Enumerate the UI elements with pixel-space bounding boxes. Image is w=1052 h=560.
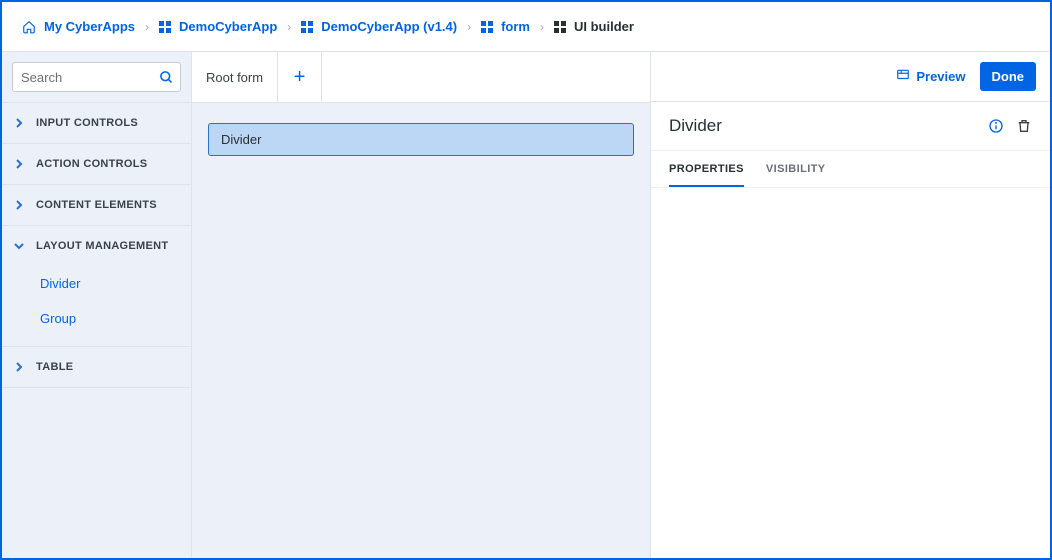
chevron-right-icon bbox=[14, 118, 26, 128]
preview-icon bbox=[896, 68, 910, 85]
category-label: ACTION CONTROLS bbox=[36, 158, 147, 170]
category-label: CONTENT ELEMENTS bbox=[36, 199, 157, 211]
chevron-right-icon: › bbox=[287, 20, 291, 34]
category-action-controls: ACTION CONTROLS bbox=[2, 144, 191, 185]
app-icon bbox=[554, 21, 566, 33]
category-table: TABLE bbox=[2, 347, 191, 388]
search-wrap bbox=[2, 52, 191, 103]
add-tab-button[interactable]: + bbox=[278, 52, 322, 102]
crumb-form[interactable]: form bbox=[481, 19, 530, 34]
category-label: TABLE bbox=[36, 361, 73, 373]
crumb-label: DemoCyberApp bbox=[179, 19, 277, 34]
chevron-down-icon bbox=[14, 241, 26, 251]
tab-visibility[interactable]: VISIBILITY bbox=[766, 151, 826, 187]
panel-tabs: PROPERTIES VISIBILITY bbox=[651, 151, 1050, 188]
preview-button[interactable]: Preview bbox=[896, 68, 965, 85]
category-content-elements: CONTENT ELEMENTS bbox=[2, 185, 191, 226]
tab-root-form[interactable]: Root form bbox=[192, 52, 278, 102]
sidebar: INPUT CONTROLS ACTION CONTROLS CONTENT E… bbox=[2, 52, 192, 558]
category-header[interactable]: LAYOUT MANAGEMENT bbox=[2, 226, 191, 266]
canvas-tabs: Root form + bbox=[192, 52, 650, 103]
category-header[interactable]: CONTENT ELEMENTS bbox=[2, 185, 191, 225]
info-icon[interactable] bbox=[988, 118, 1004, 134]
sidebar-item-divider[interactable]: Divider bbox=[40, 266, 191, 301]
panel-title-row: Divider bbox=[651, 102, 1050, 151]
main-area: INPUT CONTROLS ACTION CONTROLS CONTENT E… bbox=[2, 52, 1050, 558]
category-label: LAYOUT MANAGEMENT bbox=[36, 240, 168, 252]
crumb-label: DemoCyberApp (v1.4) bbox=[321, 19, 457, 34]
delete-icon[interactable] bbox=[1016, 118, 1032, 134]
category-header[interactable]: ACTION CONTROLS bbox=[2, 144, 191, 184]
plus-icon: + bbox=[294, 66, 306, 89]
breadcrumb: My CyberApps › DemoCyberApp › DemoCyberA… bbox=[2, 2, 1050, 52]
category-label: INPUT CONTROLS bbox=[36, 117, 138, 129]
chevron-right-icon: › bbox=[467, 20, 471, 34]
tab-properties[interactable]: PROPERTIES bbox=[669, 151, 744, 187]
home-icon bbox=[22, 20, 36, 34]
chevron-right-icon bbox=[14, 200, 26, 210]
chevron-right-icon: › bbox=[540, 20, 544, 34]
crumb-democyberapp[interactable]: DemoCyberApp bbox=[159, 19, 277, 34]
done-button[interactable]: Done bbox=[980, 62, 1037, 91]
canvas-element-divider[interactable]: Divider bbox=[208, 123, 634, 156]
category-header[interactable]: INPUT CONTROLS bbox=[2, 103, 191, 143]
category-header[interactable]: TABLE bbox=[2, 347, 191, 387]
crumb-ui-builder: UI builder bbox=[554, 19, 634, 34]
crumb-my-cyberapps[interactable]: My CyberApps bbox=[22, 19, 135, 34]
properties-panel: Preview Done Divider PROPERTIES VISIBILI… bbox=[650, 52, 1050, 558]
canvas: Root form + Divider bbox=[192, 52, 650, 558]
search-box[interactable] bbox=[12, 62, 181, 92]
category-input-controls: INPUT CONTROLS bbox=[2, 103, 191, 144]
chevron-right-icon bbox=[14, 362, 26, 372]
chevron-right-icon: › bbox=[145, 20, 149, 34]
chevron-right-icon bbox=[14, 159, 26, 169]
search-input[interactable] bbox=[13, 66, 180, 89]
crumb-label: UI builder bbox=[574, 19, 634, 34]
crumb-label: form bbox=[501, 19, 530, 34]
crumb-label: My CyberApps bbox=[44, 19, 135, 34]
search-icon[interactable] bbox=[159, 70, 174, 85]
panel-toolbar: Preview Done bbox=[651, 52, 1050, 102]
app-icon bbox=[481, 21, 493, 33]
preview-label: Preview bbox=[916, 69, 965, 84]
crumb-version[interactable]: DemoCyberApp (v1.4) bbox=[301, 19, 457, 34]
app-icon bbox=[301, 21, 313, 33]
canvas-body[interactable]: Divider bbox=[192, 103, 650, 558]
app-icon bbox=[159, 21, 171, 33]
panel-title: Divider bbox=[669, 116, 976, 136]
category-items: Divider Group bbox=[2, 266, 191, 346]
sidebar-item-group[interactable]: Group bbox=[40, 301, 191, 336]
category-layout-management: LAYOUT MANAGEMENT Divider Group bbox=[2, 226, 191, 347]
